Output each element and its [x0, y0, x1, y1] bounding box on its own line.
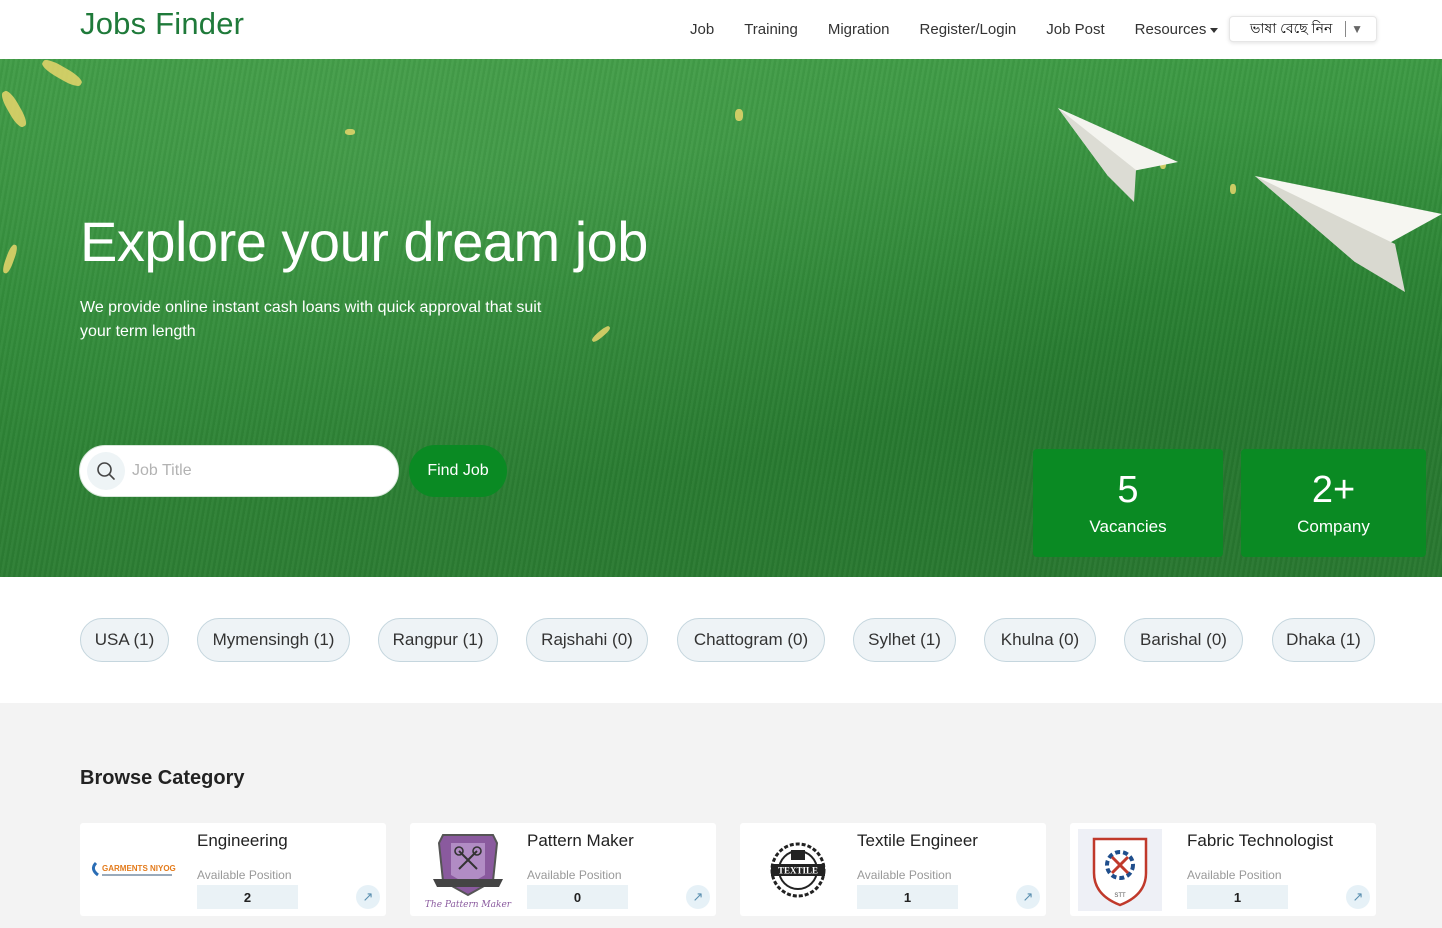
language-select[interactable]: ভাষা বেছে নিন ▼	[1229, 16, 1377, 42]
category-card-engineering[interactable]: GARMENTS NIYOG Engineering Available Pos…	[80, 823, 386, 916]
logo-text: TEXTILE	[778, 866, 818, 876]
paper-plane-illustration	[1058, 108, 1178, 202]
available-position-label: Available Position	[197, 868, 292, 882]
location-pill-rajshahi[interactable]: Rajshahi (0)	[526, 618, 648, 662]
location-pill-chattogram[interactable]: Chattogram (0)	[677, 618, 825, 662]
available-position-label: Available Position	[527, 868, 622, 882]
location-pill-khulna[interactable]: Khulna (0)	[984, 618, 1096, 662]
arrow-up-right-icon[interactable]: ↗	[686, 885, 710, 909]
vacancies-label: Vacancies	[1089, 517, 1167, 536]
confetti-decoration	[345, 129, 355, 135]
category-name: Textile Engineer	[857, 831, 978, 850]
textile-engineering-emblem: TEXTILE	[746, 829, 850, 911]
location-pill-barishal[interactable]: Barishal (0)	[1124, 618, 1243, 662]
caret-down-icon	[1210, 27, 1219, 33]
location-pill-mymensingh[interactable]: Mymensingh (1)	[197, 618, 350, 662]
available-position-label: Available Position	[1187, 868, 1282, 882]
position-count: 0	[527, 885, 628, 909]
stt-shield-logo: STT	[1078, 829, 1162, 911]
category-card-pattern-maker[interactable]: The Pattern Maker Pattern Maker Availabl…	[410, 823, 716, 916]
top-navbar: Jobs Finder Job Training Migration Regis…	[0, 0, 1442, 59]
nav-dropdown-resources-label: Resources	[1134, 21, 1207, 38]
arrow-up-right-icon[interactable]: ↗	[356, 885, 380, 909]
language-select-label: ভাষা বেছে নিন	[1250, 20, 1333, 36]
position-count: 1	[857, 885, 958, 909]
location-filter-bar: USA (1) Mymensingh (1) Rangpur (1) Rajsh…	[0, 577, 1442, 703]
logo-text: STT	[1114, 893, 1126, 899]
confetti-decoration	[735, 109, 743, 121]
category-name: Pattern Maker	[527, 831, 634, 850]
nav-link-job[interactable]: Job	[690, 21, 714, 38]
search-icon	[87, 452, 125, 490]
location-pill-rangpur[interactable]: Rangpur (1)	[378, 618, 498, 662]
location-pill-usa[interactable]: USA (1)	[80, 618, 169, 662]
location-pill-dhaka[interactable]: Dhaka (1)	[1272, 618, 1375, 662]
confetti-decoration	[1230, 184, 1236, 194]
paper-plane-illustration	[1255, 176, 1442, 292]
category-card-fabric-technologist[interactable]: STT Fabric Technologist Available Positi…	[1070, 823, 1376, 916]
garments-niyog-logo: GARMENTS NIYOG	[86, 829, 190, 911]
available-position-label: Available Position	[857, 868, 952, 882]
select-divider	[1345, 21, 1346, 37]
logo-text: GARMENTS NIYOG	[102, 864, 176, 873]
company-count: 2+	[1311, 469, 1356, 511]
position-count: 2	[197, 885, 298, 909]
hero-banner: Explore your dream job We provide online…	[0, 59, 1442, 577]
nav-dropdown-resources[interactable]: Resources	[1135, 21, 1219, 38]
logo-text: The Pattern Maker	[425, 900, 512, 910]
job-search-box	[79, 445, 399, 497]
section-title: Browse Category	[80, 767, 245, 789]
location-pill-sylhet[interactable]: Sylhet (1)	[853, 618, 956, 662]
nav-link-migration[interactable]: Migration	[828, 21, 890, 38]
nav-links: Job Training Migration Register/Login Jo…	[690, 0, 1248, 59]
nav-link-register-login[interactable]: Register/Login	[920, 21, 1017, 38]
vacancies-stat-card: 5 Vacancies	[1033, 449, 1223, 557]
brand-logo-text[interactable]: Jobs Finder	[80, 6, 244, 42]
category-card-textile-engineer[interactable]: TEXTILE Textile Engineer Available Posit…	[740, 823, 1046, 916]
position-count: 1	[1187, 885, 1288, 909]
category-name: Fabric Technologist	[1187, 831, 1334, 850]
arrow-up-right-icon[interactable]: ↗	[1346, 885, 1370, 909]
arrow-up-right-icon[interactable]: ↗	[1016, 885, 1040, 909]
vacancies-count: 5	[1117, 469, 1139, 511]
company-stat-card: 2+ Company	[1241, 449, 1426, 557]
browse-category-section: Browse Category GARMENTS NIYOG Engineeri…	[0, 703, 1442, 928]
hero-title: Explore your dream job	[80, 210, 648, 273]
company-label: Company	[1297, 517, 1370, 536]
find-job-button[interactable]: Find Job	[409, 445, 507, 497]
nav-link-training[interactable]: Training	[744, 21, 798, 38]
nav-link-job-post[interactable]: Job Post	[1046, 21, 1104, 38]
job-title-input[interactable]	[132, 458, 382, 484]
hero-subtitle: We provide online instant cash loans wit…	[80, 299, 542, 340]
category-name: Engineering	[197, 831, 288, 850]
triangle-down-icon: ▼	[1351, 22, 1363, 36]
pattern-maker-badge-logo: The Pattern Maker	[416, 829, 520, 911]
